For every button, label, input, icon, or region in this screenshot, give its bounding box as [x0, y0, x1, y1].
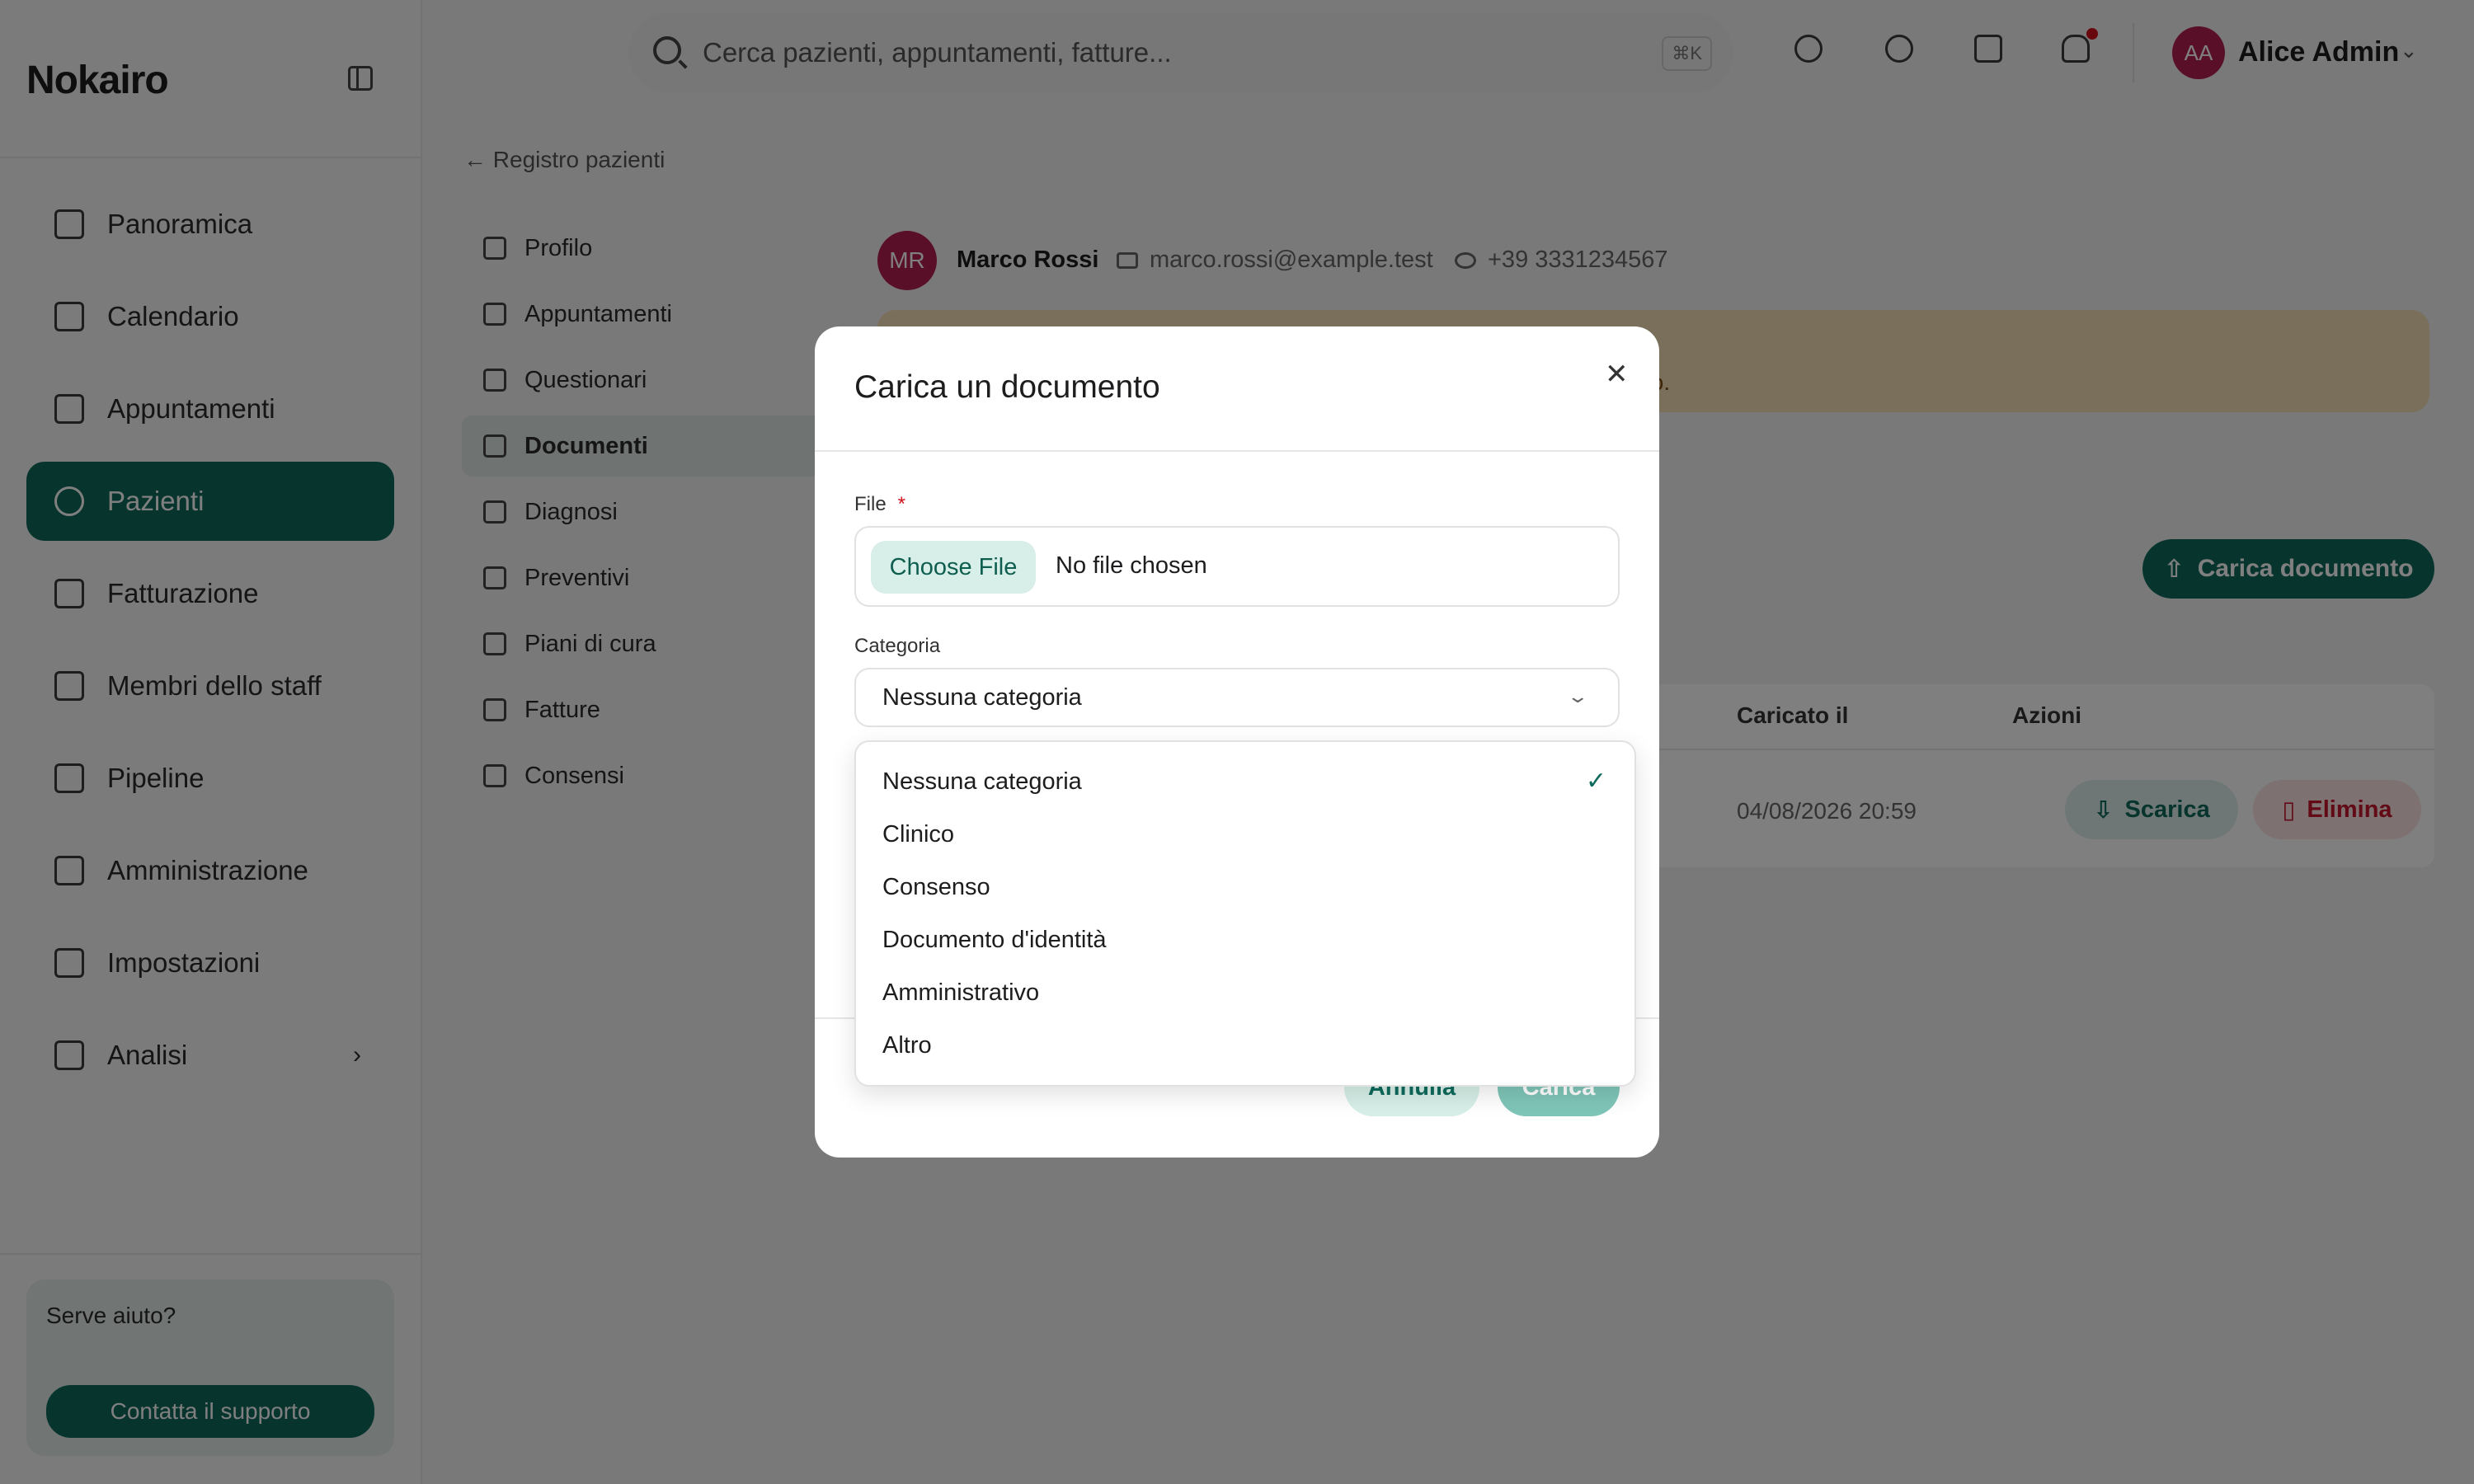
divider: [815, 450, 1659, 452]
required-marker: *: [897, 493, 906, 515]
option-clinico[interactable]: Clinico: [856, 808, 1634, 861]
category-select[interactable]: Nessuna categoria ⌄: [854, 668, 1620, 727]
close-icon[interactable]: ✕: [1605, 358, 1629, 391]
option-nessuna-categoria[interactable]: Nessuna categoria ✓: [856, 755, 1634, 808]
file-label: File *: [854, 493, 906, 515]
file-status: No file chosen: [1056, 552, 1207, 579]
option-consenso[interactable]: Consenso: [856, 861, 1634, 913]
check-icon: ✓: [1585, 768, 1606, 795]
option-documento-identita[interactable]: Documento d'identità: [856, 913, 1634, 966]
option-amministrativo[interactable]: Amministrativo: [856, 966, 1634, 1019]
file-input[interactable]: Choose File No file chosen: [854, 526, 1620, 607]
chevron-down-icon: ⌄: [1565, 686, 1589, 707]
option-altro[interactable]: Altro: [856, 1019, 1634, 1072]
category-dropdown: Nessuna categoria ✓ Clinico Consenso Docu…: [854, 740, 1636, 1087]
modal-title: Carica un documento: [854, 369, 1160, 405]
choose-file-button[interactable]: Choose File: [871, 541, 1036, 594]
category-value: Nessuna categoria: [882, 683, 1082, 711]
category-label: Categoria: [854, 635, 941, 657]
